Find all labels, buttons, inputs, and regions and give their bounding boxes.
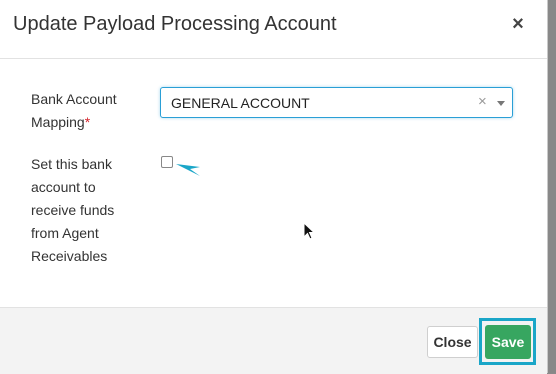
- save-button[interactable]: Save: [485, 325, 531, 359]
- agent-receivables-label: Set this bank account to receive funds f…: [31, 156, 115, 264]
- update-account-dialog: Update Payload Processing Account × Bank…: [0, 0, 548, 374]
- mouse-cursor-icon: [303, 222, 315, 240]
- annotation-arrow-shape: [176, 164, 200, 176]
- dialog-footer: Close Save: [0, 307, 547, 374]
- bank-mapping-select[interactable]: GENERAL ACCOUNT ×: [160, 87, 513, 118]
- background-strip: [548, 0, 556, 373]
- close-icon[interactable]: ×: [508, 13, 528, 35]
- mouse-cursor-shape: [303, 222, 315, 240]
- required-marker: *: [84, 114, 91, 130]
- bank-mapping-label-text: Bank Account Mapping: [31, 91, 117, 130]
- clear-icon[interactable]: ×: [478, 93, 487, 110]
- dialog-header: Update Payload Processing Account ×: [0, 0, 547, 59]
- close-button[interactable]: Close: [427, 326, 478, 358]
- agent-receivables-checkbox[interactable]: [161, 156, 173, 168]
- dialog-title: Update Payload Processing Account: [13, 13, 337, 35]
- bank-mapping-label: Bank Account Mapping*: [31, 88, 141, 134]
- annotation-arrow-icon: [176, 164, 200, 176]
- chevron-down-icon[interactable]: [497, 101, 505, 106]
- bank-mapping-value: GENERAL ACCOUNT: [171, 95, 310, 111]
